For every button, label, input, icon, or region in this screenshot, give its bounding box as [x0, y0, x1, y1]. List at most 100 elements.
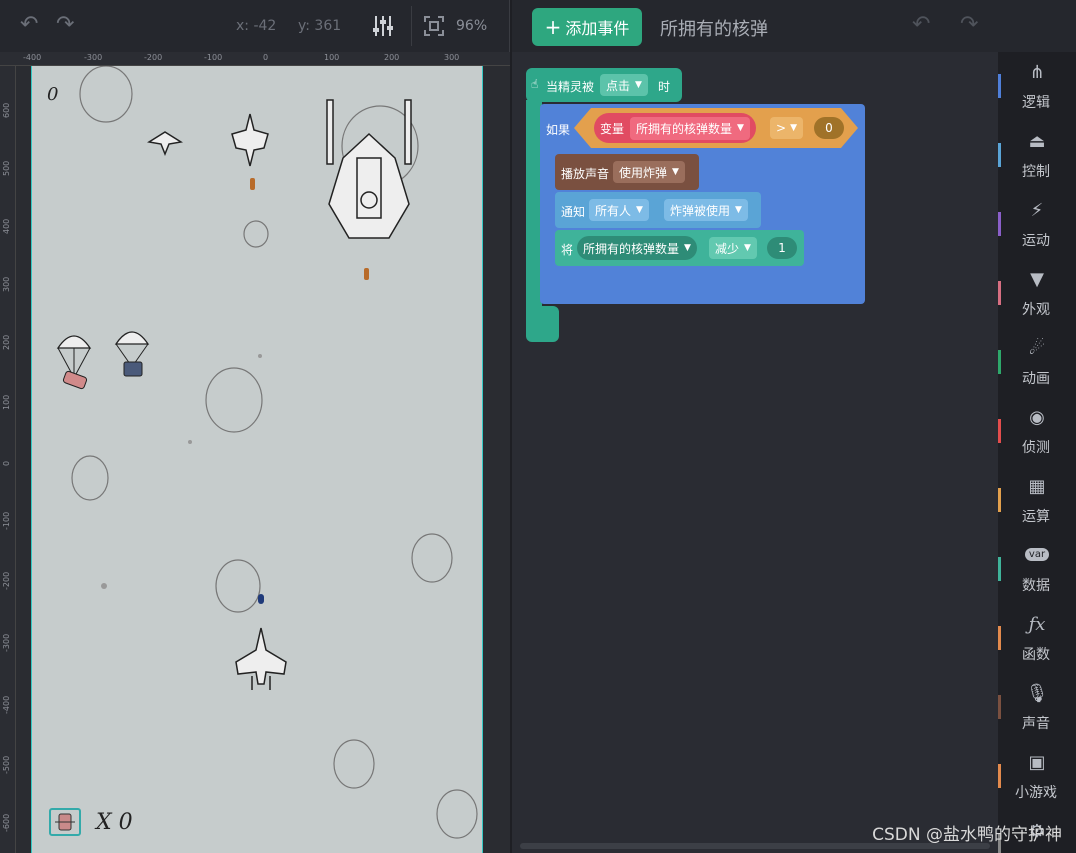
hierarchy-icon: ⋔ — [1029, 62, 1045, 83]
compare-value: 0 — [825, 121, 833, 135]
set-action-dropdown[interactable]: 减少 ▼ — [709, 237, 757, 259]
ruler-left-tick: 500 — [2, 160, 11, 176]
category-sensing[interactable]: ◉ 侦测 — [998, 399, 1076, 467]
play-sound-label: 播放声音 — [561, 167, 610, 181]
category-label: 侦测 — [1022, 440, 1050, 456]
event-hat-block[interactable]: ☝ 当精灵被 点击 ▼ 时 — [526, 68, 682, 102]
operator-dropdown[interactable]: > ▼ — [770, 117, 803, 139]
toolbar-divider — [411, 6, 412, 46]
set-variable-dropdown[interactable]: 所拥有的核弹数量 ▼ — [577, 236, 697, 260]
category-label: 动画 — [1022, 371, 1050, 387]
sliders-icon[interactable] — [372, 14, 394, 42]
comet-icon: ☄ — [1028, 338, 1046, 359]
change-variable-block[interactable]: 将 所拥有的核弹数量 ▼ 减少 ▼ 1 — [555, 230, 804, 266]
ruler-left-tick: 0 — [2, 460, 11, 466]
player-ship[interactable] — [232, 626, 290, 694]
category-animation[interactable]: ☄ 动画 — [998, 330, 1076, 398]
sound-dropdown[interactable]: 使用炸弹 ▼ — [613, 161, 685, 183]
undo-icon[interactable]: ↶ — [20, 12, 38, 37]
category-sound[interactable]: 🎙 声音 — [998, 675, 1076, 743]
sprite-event-dropdown[interactable]: 点击 ▼ — [600, 74, 648, 96]
ruler-top-tick: -300 — [84, 53, 103, 62]
set-value-input[interactable]: 1 — [767, 237, 797, 259]
category-label: 运动 — [1022, 233, 1050, 249]
category-label: 数据 — [1022, 578, 1050, 594]
sound-value: 使用炸弹 — [619, 165, 668, 180]
notify-block[interactable]: 通知 所有人 ▼ 炸弹被使用 ▼ — [555, 192, 761, 228]
ruler-left-tick: -600 — [2, 813, 11, 832]
compare-value-input[interactable]: 0 — [814, 117, 844, 139]
parachute-supply-bomb[interactable] — [56, 330, 92, 392]
zoom-level[interactable]: 96% — [456, 18, 487, 34]
variable-reporter[interactable]: 变量 所拥有的核弹数量 ▼ — [594, 113, 756, 143]
running-icon: ⚡ — [1030, 200, 1044, 221]
hand-pointer-icon: ☝ — [531, 77, 539, 91]
ruler-left-tick: 600 — [2, 102, 11, 118]
category-logic[interactable]: ⋔ 逻辑 — [998, 54, 1076, 122]
var-icon: var — [1022, 548, 1052, 561]
app-root: ↶ ↷ x: -42 y: 361 96% -400 -300 -200 -10… — [0, 0, 1076, 853]
enemy-small-ship[interactable] — [147, 130, 183, 156]
ruler-left-tick: -300 — [2, 633, 11, 652]
game-canvas[interactable]: 0 X 0 — [31, 66, 483, 853]
enemy-boss-ship[interactable] — [317, 98, 421, 248]
category-minigame[interactable]: ▣ 小游戏 — [998, 744, 1076, 812]
category-motion[interactable]: ⚡ 运动 — [998, 192, 1076, 260]
add-event-button[interactable]: + 添加事件 — [532, 8, 642, 46]
sprite-event-value: 点击 — [606, 78, 631, 93]
robot-icon: ▣ — [1028, 752, 1046, 773]
player-bullet — [258, 594, 264, 604]
fullscreen-icon[interactable] — [424, 16, 444, 40]
category-label: 控制 — [1022, 164, 1050, 180]
set-variable-value: 所拥有的核弹数量 — [583, 241, 680, 256]
signal-icon: ◉ — [1029, 407, 1045, 428]
enemy-bullet — [250, 178, 255, 190]
ruler-top-tick: 0 — [263, 53, 269, 62]
bomb-counter-icon — [49, 808, 81, 836]
category-operators[interactable]: ▦ 运算 — [998, 468, 1076, 536]
category-label: 逻辑 — [1022, 95, 1050, 111]
category-control[interactable]: ⏏ 控制 — [998, 123, 1076, 191]
chevron-down-icon: ▼ — [790, 123, 797, 133]
variable-label: 变量 — [600, 121, 625, 136]
chevron-down-icon: ▼ — [684, 243, 691, 253]
enemy-bullet — [364, 268, 369, 280]
operator-value: > — [776, 121, 787, 135]
notify-message-value: 炸弹被使用 — [670, 203, 731, 218]
category-label: 声音 — [1022, 716, 1050, 732]
event-block-foot — [526, 306, 559, 342]
chevron-down-icon: ▼ — [744, 243, 751, 253]
ruler-top-tick: -100 — [204, 53, 223, 62]
ruler-top-tick: 100 — [324, 53, 340, 62]
shirt-icon: ▼ — [1030, 269, 1044, 290]
ruler-left-tick: 200 — [2, 334, 11, 350]
enemy-fighter-ship[interactable] — [230, 112, 270, 168]
redo-icon[interactable]: ↷ — [960, 12, 978, 37]
redo-icon[interactable]: ↷ — [56, 12, 74, 37]
notify-target-dropdown[interactable]: 所有人 ▼ — [589, 199, 649, 221]
plus-icon: + — [544, 15, 562, 39]
chevron-down-icon: ▼ — [737, 123, 744, 133]
joystick-icon: ⏏ — [1028, 131, 1046, 152]
ruler-left: 600 500 400 300 200 100 0 -100 -200 -300… — [0, 66, 16, 853]
parachute-supply-gun[interactable] — [114, 326, 150, 382]
ruler-left-tick: -500 — [2, 755, 11, 774]
calculator-icon: ▦ — [1028, 476, 1046, 497]
ruler-left-tick: 300 — [2, 276, 11, 292]
undo-icon[interactable]: ↶ — [912, 12, 930, 37]
block-category-sidebar: ⋔ 逻辑 ⏏ 控制 ⚡ 运动 ▼ 外观 ☄ 动画 ◉ 侦测 ▦ 运算 var 数… — [998, 52, 1076, 853]
variable-value: 所拥有的核弹数量 — [636, 121, 733, 136]
ruler-left-tick: 400 — [2, 218, 11, 234]
script-title[interactable]: 所拥有的核弹 — [660, 15, 768, 41]
category-functions[interactable]: ƒx 函数 — [998, 606, 1076, 674]
notify-message-dropdown[interactable]: 炸弹被使用 ▼ — [664, 199, 748, 221]
category-data[interactable]: var 数据 — [998, 537, 1076, 605]
category-looks[interactable]: ▼ 外观 — [998, 261, 1076, 329]
ruler-top-tick: 300 — [444, 53, 460, 62]
variable-dropdown[interactable]: 所拥有的核弹数量 ▼ — [630, 116, 750, 140]
set-action-value: 减少 — [715, 241, 740, 256]
chevron-down-icon: ▼ — [636, 205, 643, 215]
add-event-label: 添加事件 — [565, 19, 630, 38]
play-sound-block[interactable]: 播放声音 使用炸弹 ▼ — [555, 154, 699, 190]
watermark: CSDN @盐水鸭的守护神 — [872, 825, 1062, 845]
